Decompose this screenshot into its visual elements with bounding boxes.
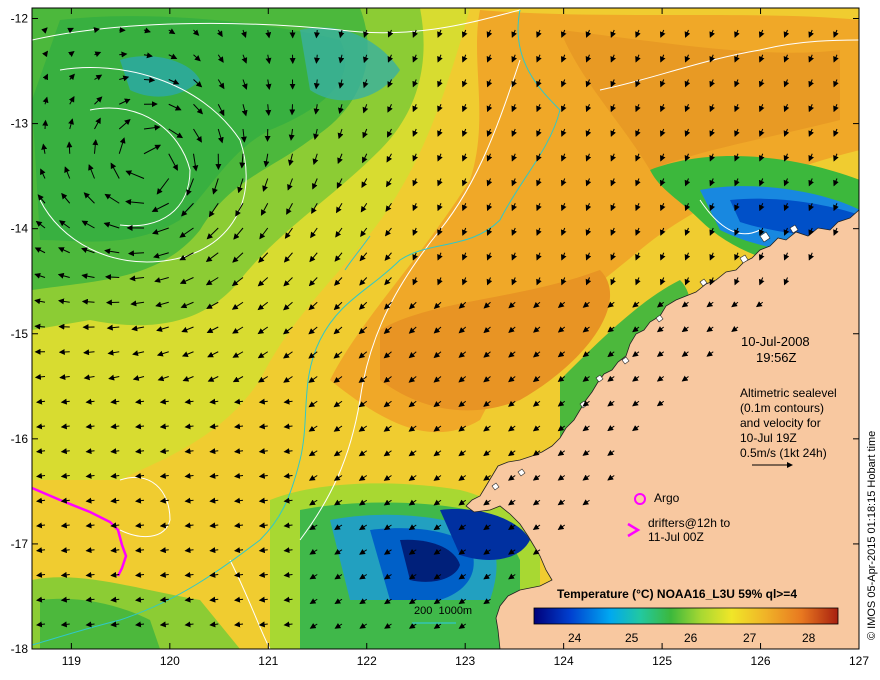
lon-tick-label: 120 bbox=[160, 654, 180, 668]
velocity-arrow bbox=[104, 274, 120, 281]
altimetry-line-4: 10-Jul 19Z bbox=[740, 431, 797, 445]
colorbar-tick-24: 24 bbox=[568, 631, 582, 645]
altimetry-line-2: (0.1m contours) bbox=[740, 401, 825, 415]
lon-tick-label: 121 bbox=[258, 654, 278, 668]
drifters-line-2: 11-Jul 00Z bbox=[648, 530, 704, 544]
lon-tick-label: 124 bbox=[554, 654, 574, 668]
altimetry-line-1: Altimetric sealevel bbox=[740, 386, 837, 400]
lon-tick-label: 122 bbox=[357, 654, 377, 668]
lat-tick-label: -14 bbox=[11, 222, 29, 236]
velocity-arrow bbox=[42, 119, 49, 130]
drifters-line-1: drifters@12h to bbox=[648, 516, 731, 530]
lat-tick-label: -18 bbox=[11, 642, 29, 656]
argo-label: Argo bbox=[654, 491, 680, 505]
colorbar bbox=[533, 607, 839, 625]
lat-tick-label: -16 bbox=[11, 432, 29, 446]
velocity-arrow bbox=[66, 141, 73, 154]
colorbar-tick-28: 28 bbox=[802, 631, 816, 645]
lon-tick-label: 123 bbox=[455, 654, 475, 668]
lat-tick-label: -13 bbox=[11, 117, 29, 131]
lat-tick-label: -15 bbox=[11, 327, 29, 341]
date-label: 10-Jul-2008 bbox=[741, 334, 810, 349]
altimetry-line-3: and velocity for bbox=[740, 416, 821, 430]
lon-tick-label: 127 bbox=[849, 654, 869, 668]
altimetry-line-5: 0.5m/s (1kt 24h) bbox=[740, 446, 827, 460]
colorbar-title: Temperature (°C) NOAA16_L3U 59% ql>=4 bbox=[557, 587, 797, 601]
lat-tick-label: -17 bbox=[11, 537, 29, 551]
colorbar-tick-27: 27 bbox=[743, 631, 757, 645]
lon-tick-label: 125 bbox=[652, 654, 672, 668]
depth-legend-label: 200 1000m bbox=[414, 605, 473, 617]
colorbar-tick-25: 25 bbox=[625, 631, 639, 645]
lat-tick-label: -12 bbox=[11, 12, 29, 26]
time-label: 19:56Z bbox=[756, 350, 797, 365]
lon-tick-label: 126 bbox=[751, 654, 771, 668]
colorbar-tick-26: 26 bbox=[684, 631, 698, 645]
lon-tick-label: 119 bbox=[62, 654, 81, 668]
credit-text: © IMOS 05-Apr-2015 01:18:15 Hobart time bbox=[866, 430, 878, 640]
